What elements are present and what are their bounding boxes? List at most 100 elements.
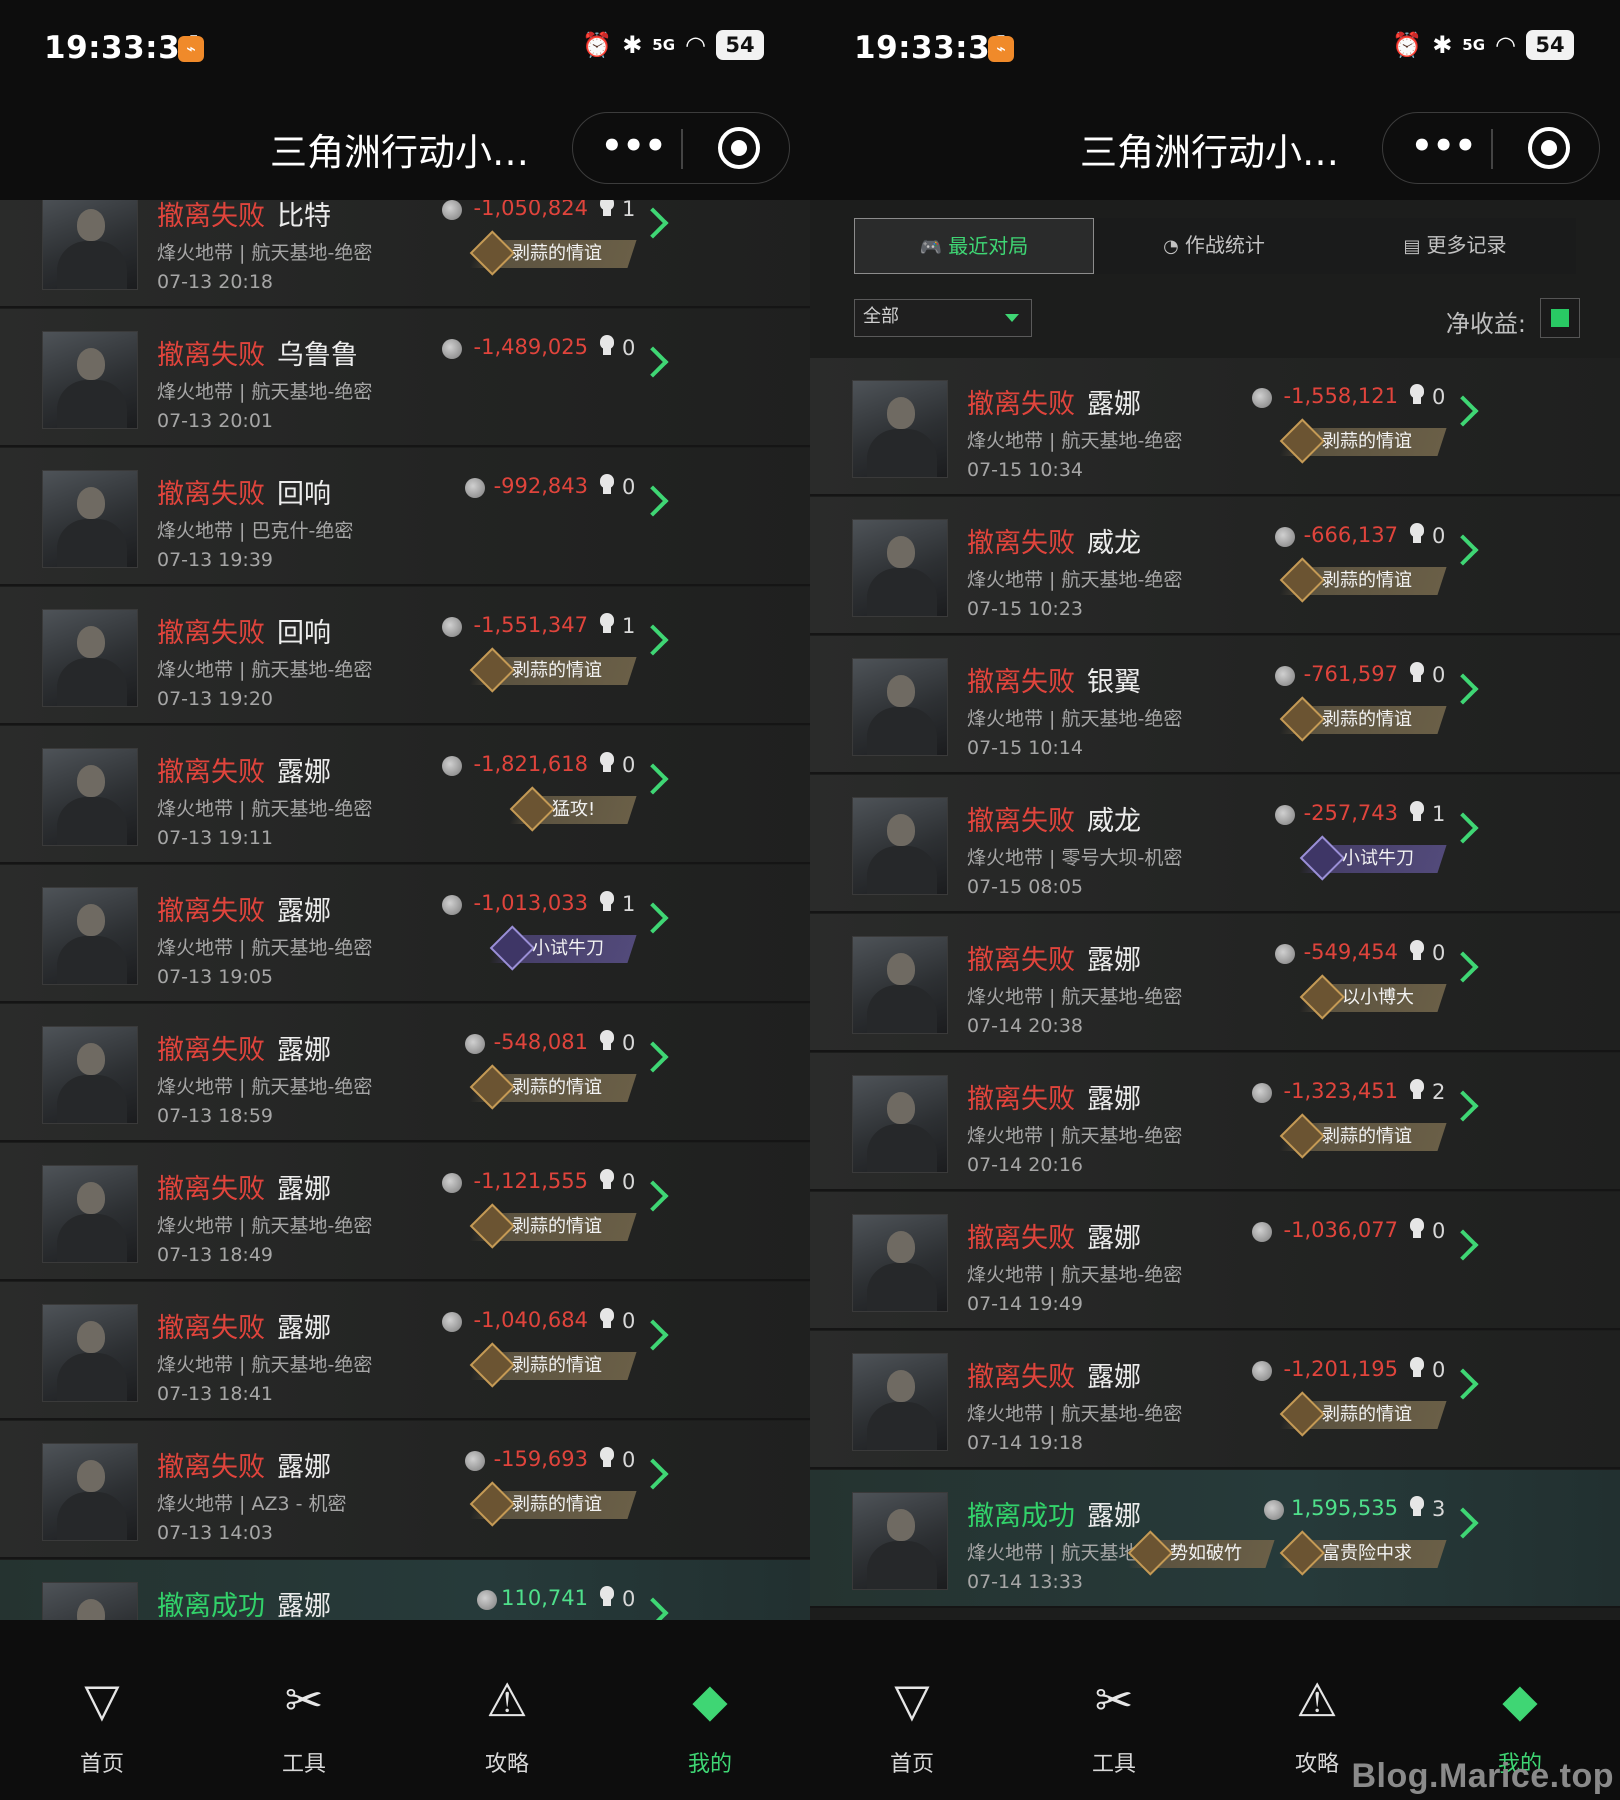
match-row[interactable]: 撤离失败 露娜 烽火地带 | AZ3 - 机密 07-13 14:03 0 -159,69…	[0, 1421, 810, 1559]
operator-name: 露娜	[1087, 945, 1141, 976]
chevron-right-icon[interactable]	[637, 1597, 669, 1620]
wifi-icon: ◠	[685, 31, 706, 59]
badge-label: 剥蒜的情谊	[512, 1077, 602, 1098]
coin-icon	[442, 339, 462, 359]
chevron-right-icon[interactable]	[637, 485, 669, 517]
match-time: 07-14 19:18	[967, 1432, 1084, 1454]
map-name: 烽火地带 | 航天基地-绝密	[967, 986, 1183, 1008]
nav-item-profile[interactable]: ◆ 我的	[630, 1670, 790, 1778]
match-row[interactable]: 撤离失败 回响 烽火地带 | 巴克什-绝密 07-13 19:39 0 -992,843	[0, 448, 810, 586]
avatar-body	[57, 1492, 127, 1540]
nav-item-tools[interactable]: ✂ 工具	[224, 1670, 384, 1778]
match-row[interactable]: 撤离失败 威龙 烽火地带 | 航天基地-绝密 07-15 10:23 0 -666,137…	[810, 497, 1620, 635]
map-name: 烽火地带 | 航天基地-绝密	[157, 937, 373, 959]
chevron-right-icon[interactable]	[1447, 1229, 1479, 1261]
operator-avatar	[42, 200, 138, 290]
avatar-body	[57, 658, 127, 706]
profit-value: -1,551,347	[473, 613, 588, 637]
match-row[interactable]: 撤离失败 露娜 烽火地带 | 航天基地-绝密 07-13 18:49 0 -1,121,5…	[0, 1143, 810, 1281]
match-time: 07-15 10:34	[967, 459, 1084, 481]
nav-item-home[interactable]: ▽ 首页	[832, 1670, 992, 1778]
chevron-right-icon[interactable]	[637, 1458, 669, 1490]
nav-item-home[interactable]: ▽ 首页	[22, 1670, 182, 1778]
chevron-right-icon[interactable]	[1447, 534, 1479, 566]
match-row-success[interactable]: 撤离成功 露娜 0 110,741	[0, 1560, 810, 1620]
kill-count: 0	[622, 1448, 636, 1472]
operator-name: 露娜	[277, 1174, 331, 1205]
chevron-right-icon[interactable]	[1447, 951, 1479, 983]
operator-avatar	[852, 380, 948, 478]
chevron-right-icon[interactable]	[637, 1319, 669, 1351]
nav-item-tools[interactable]: ✂ 工具	[1034, 1670, 1194, 1778]
chevron-right-icon[interactable]	[637, 1041, 669, 1073]
match-row[interactable]: 撤离失败 露娜 烽火地带 | 航天基地-绝密 07-13 18:59 0 -548,081…	[0, 1004, 810, 1142]
tab-more-records[interactable]: ▤ 更多记录	[1334, 218, 1576, 274]
nav-item-guide[interactable]: ⚠ 攻略	[427, 1670, 587, 1778]
kill-count: 1	[622, 614, 636, 638]
match-list[interactable]: 撤离失败 比特 烽火地带 | 航天基地-绝密 07-13 20:18 1 -1,050,8…	[0, 200, 810, 1620]
match-time: 07-13 18:59	[157, 1105, 274, 1127]
profit-value: -1,013,033	[473, 891, 588, 915]
kill-count: 2	[1432, 1080, 1446, 1104]
match-row[interactable]: 撤离失败 比特 烽火地带 | 航天基地-绝密 07-13 20:18 1 -1,050,8…	[0, 200, 810, 308]
badge-emblem-icon	[1279, 557, 1325, 603]
chevron-right-icon[interactable]	[637, 902, 669, 934]
match-row[interactable]: 撤离失败 露娜 烽火地带 | 航天基地-绝密 07-15 10:34 0 -1,558,1…	[810, 358, 1620, 496]
match-row[interactable]: 撤离失败 威龙 烽火地带 | 零号大坝-机密 07-15 08:05 1 -257,743…	[810, 775, 1620, 913]
operator-name: 露娜	[1087, 1223, 1141, 1254]
profit-value: -159,693	[493, 1447, 588, 1471]
tab-combat-stats[interactable]: ◔ 作战统计	[1094, 218, 1334, 274]
chevron-right-icon[interactable]	[1447, 673, 1479, 705]
operator-avatar	[852, 797, 948, 895]
chevron-right-icon[interactable]	[637, 763, 669, 795]
profit-value: -1,050,824	[473, 200, 588, 220]
skull-icon	[1408, 801, 1426, 823]
match-row[interactable]: 撤离失败 露娜 烽火地带 | 航天基地-绝密 07-14 20:16 2 -1,323,4…	[810, 1053, 1620, 1191]
chevron-right-icon[interactable]	[1447, 395, 1479, 427]
net-profit-checkbox[interactable]	[1540, 298, 1580, 338]
avatar-head	[77, 209, 105, 241]
map-name: 烽火地带 | 航天基地-绝密	[157, 1076, 373, 1098]
operator-name: 露娜	[1087, 1084, 1141, 1115]
tab-recent-matches[interactable]: 🎮 最近对局	[854, 218, 1094, 274]
chevron-right-icon[interactable]	[1447, 1090, 1479, 1122]
profit-value: -548,081	[493, 1030, 588, 1054]
operator-name: 威龙	[1087, 528, 1141, 559]
badge-label: 以小博大	[1342, 987, 1414, 1008]
match-row[interactable]: 撤离失败 露娜 烽火地带 | 航天基地-绝密 07-14 19:18 0 -1,201,1…	[810, 1331, 1620, 1469]
coin-icon	[1252, 388, 1272, 408]
match-row[interactable]: 撤离失败 露娜 烽火地带 | 航天基地-绝密 07-14 19:49 0 -1,036,0…	[810, 1192, 1620, 1330]
kill-count: 1	[1432, 802, 1446, 826]
badge-label: 剥蒜的情谊	[1322, 431, 1412, 452]
chevron-right-icon[interactable]	[637, 624, 669, 656]
match-row[interactable]: 撤离失败 银翼 烽火地带 | 航天基地-绝密 07-15 10:14 0 -761,597…	[810, 636, 1620, 774]
chevron-right-icon[interactable]	[637, 207, 669, 239]
match-row[interactable]: 撤离失败 回响 烽火地带 | 航天基地-绝密 07-13 19:20 1 -1,551,3…	[0, 587, 810, 725]
more-icon[interactable]: •••	[601, 121, 666, 175]
chevron-right-icon[interactable]	[1447, 1507, 1479, 1539]
match-row[interactable]: 撤离失败 露娜 烽火地带 | 航天基地-绝密 07-13 19:11 0 -1,821,6…	[0, 726, 810, 864]
coin-icon	[1252, 1222, 1272, 1242]
match-row[interactable]: 撤离失败 露娜 烽火地带 | 航天基地-绝密 07-13 18:41 0 -1,040,6…	[0, 1282, 810, 1420]
avatar-body	[57, 241, 127, 289]
match-row[interactable]: 撤离失败 露娜 烽火地带 | 航天基地-绝密 07-13 19:05 1 -1,013,0…	[0, 865, 810, 1003]
chevron-right-icon[interactable]	[1447, 812, 1479, 844]
tools-icon: ✂	[284, 1673, 324, 1727]
map-name: 烽火地带 | 航天基地-绝密	[157, 1354, 373, 1376]
match-row[interactable]: 撤离失败 露娜 烽火地带 | 航天基地-绝密 07-14 20:38 0 -549,454…	[810, 914, 1620, 1052]
coin-icon	[1275, 944, 1295, 964]
chevron-right-icon[interactable]	[1447, 1368, 1479, 1400]
mode-filter-select[interactable]: 全部	[854, 299, 1032, 337]
match-list[interactable]: 🎮 最近对局 ◔ 作战统计 ▤ 更多记录 全部 净收益: 撤离失败 露娜 烽火地带 | 航…	[810, 200, 1620, 1620]
chevron-right-icon[interactable]	[637, 346, 669, 378]
close-miniprogram-icon[interactable]	[1528, 127, 1570, 169]
alarm-icon: ⏰	[582, 31, 613, 59]
capsule-divider	[681, 129, 683, 169]
close-miniprogram-icon[interactable]	[718, 127, 760, 169]
match-row-success[interactable]: 撤离成功 露娜 烽火地带 | 航天基地-绝密 07-14 13:33 3 1,595,53…	[810, 1470, 1620, 1608]
avatar-head	[887, 675, 915, 707]
chevron-right-icon[interactable]	[637, 1180, 669, 1212]
match-row[interactable]: 撤离失败 乌鲁鲁 烽火地带 | 航天基地-绝密 07-13 20:01 0 -1,489,…	[0, 309, 810, 447]
more-icon[interactable]: •••	[1411, 121, 1476, 175]
avatar-head	[887, 953, 915, 985]
